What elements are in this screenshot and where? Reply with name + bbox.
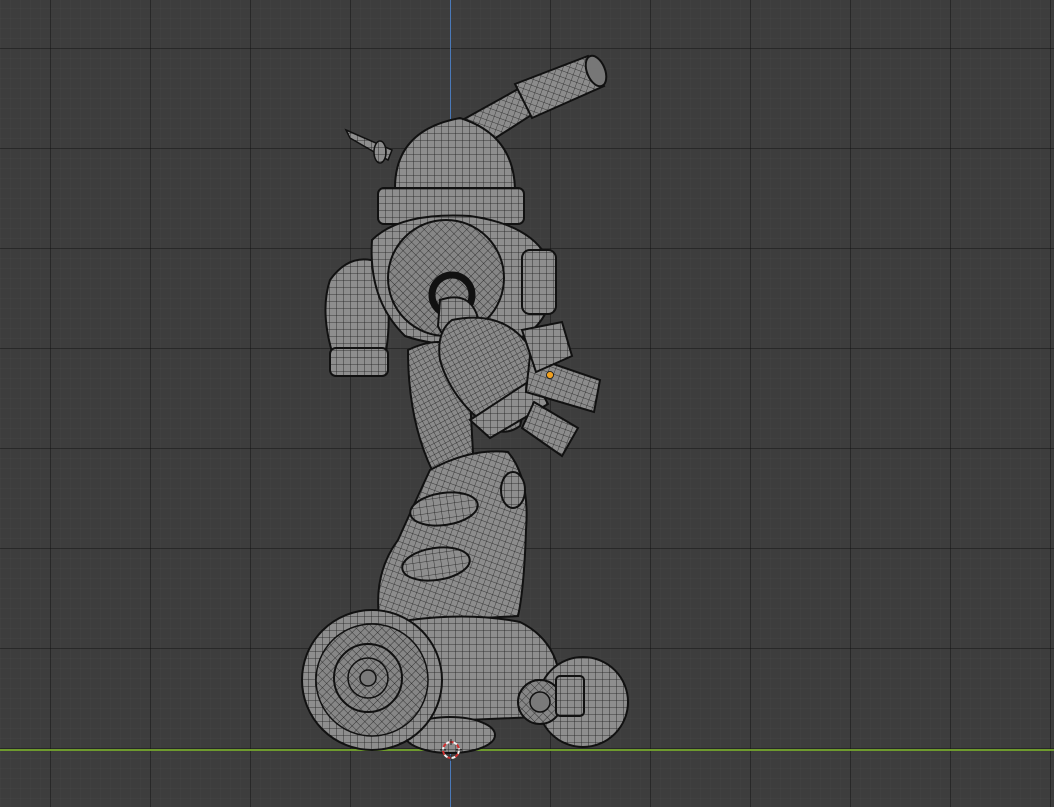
front-wheel[interactable] [301, 609, 443, 751]
lower-leg[interactable] [377, 450, 528, 626]
object-origin-dot [546, 371, 554, 379]
robot-mesh[interactable] [0, 0, 1054, 807]
3d-viewport[interactable] [0, 0, 1054, 807]
head-antenna[interactable] [344, 128, 393, 164]
3d-cursor-icon [440, 739, 462, 761]
